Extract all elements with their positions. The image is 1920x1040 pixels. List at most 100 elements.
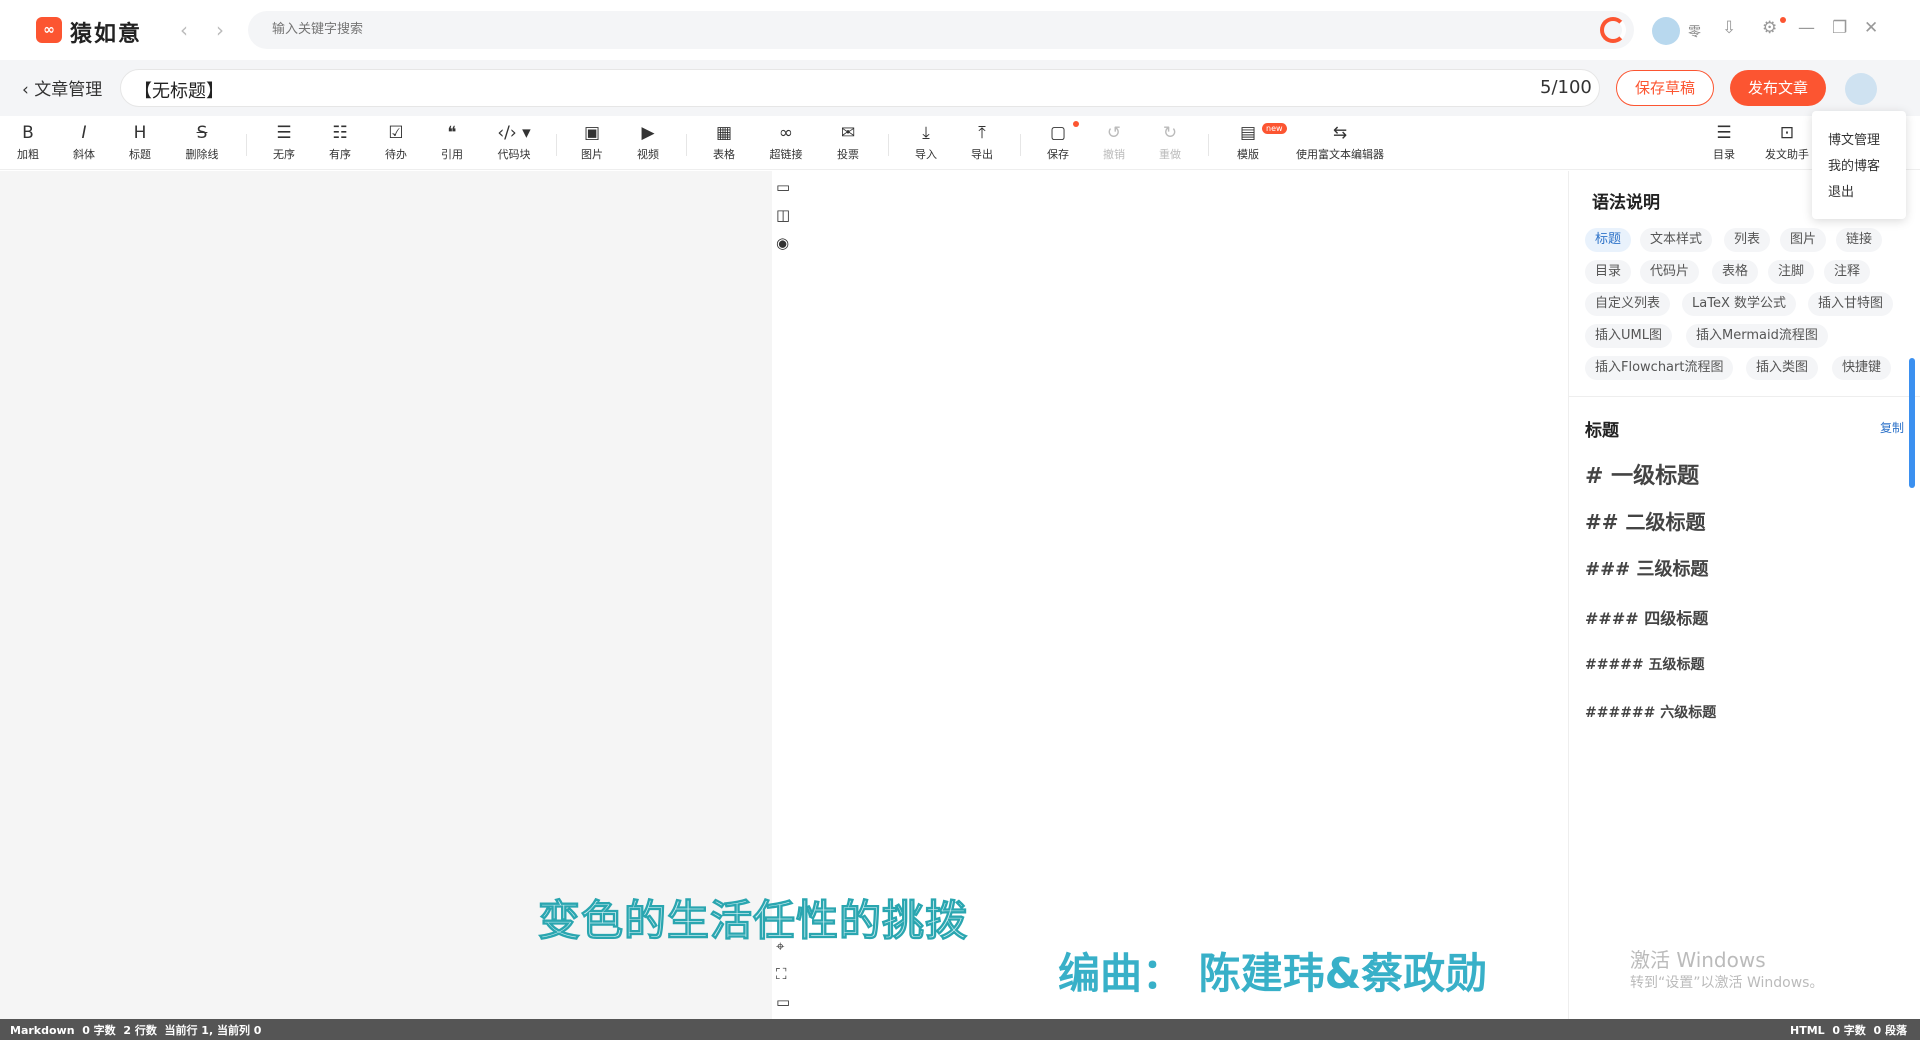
logo-icon: ∞ (36, 17, 62, 43)
title-input[interactable]: 【无标题】 (134, 77, 224, 103)
todo-icon: ☑ (388, 123, 404, 143)
syntax-tag[interactable]: LaTeX 数学公式 (1682, 292, 1796, 316)
toolbar-label: 重做 (1159, 148, 1181, 161)
back-arrow-icon[interactable]: ‹ (180, 18, 188, 42)
user-avatar[interactable] (1652, 17, 1680, 45)
layout-icon[interactable]: ▭ (776, 993, 790, 1011)
heading-example: ###### 六级标题 (1585, 705, 1717, 721)
subtitle-credit: 编曲： 陈建玮&蔡政勋 (1058, 949, 1488, 998)
syntax-tag[interactable]: 表格 (1712, 260, 1759, 284)
toolbar-divider (686, 134, 687, 156)
writing-assistant-button[interactable]: ⊡ 发文助手 (1760, 122, 1814, 162)
code-block-button[interactable]: ‹/› ▾ 代码块 (490, 122, 538, 162)
syntax-tag[interactable]: 目录 (1585, 260, 1632, 284)
toolbar-label: 斜体 (73, 148, 95, 161)
heading-example: ##### 五级标题 (1585, 657, 1705, 673)
video-button[interactable]: ▶ 视频 (630, 122, 666, 162)
syntax-tag[interactable]: 插入Mermaid流程图 (1686, 324, 1828, 348)
publish-button[interactable]: 发布文章 (1730, 70, 1826, 106)
quote-icon: ❝ (447, 123, 457, 143)
copy-link[interactable]: 复制 (1880, 419, 1904, 436)
hyperlink-button[interactable]: ∞ 超链接 (762, 122, 810, 162)
assistant-icon: ⊡ (1779, 123, 1795, 143)
title-char-count: 5/100 (1540, 77, 1592, 98)
syntax-tag[interactable]: 标题 (1585, 228, 1632, 252)
syntax-tag[interactable]: 注脚 (1768, 260, 1815, 284)
table-button[interactable]: ▦ 表格 (706, 122, 742, 162)
bold-button[interactable]: B 加粗 (10, 122, 46, 162)
preview-icon[interactable]: ◉ (776, 234, 789, 252)
syntax-tag[interactable]: 文本样式 (1640, 228, 1713, 252)
editor-only-icon[interactable]: ▭ (776, 178, 790, 196)
toolbar-label: 导出 (971, 148, 993, 161)
toc-button[interactable]: ☰ 目录 (1706, 122, 1742, 162)
export-button[interactable]: ⤒ 导出 (964, 122, 1000, 162)
fullscreen-icon[interactable]: ⛶ (776, 965, 787, 983)
toolbar-label: 代码块 (497, 148, 531, 161)
italic-button[interactable]: I 斜体 (66, 122, 102, 162)
syntax-tag[interactable]: 插入UML图 (1585, 324, 1672, 348)
restore-icon[interactable]: ❐ (1832, 18, 1847, 38)
syntax-tag[interactable]: 注释 (1824, 260, 1871, 284)
toolbar-label: 导入 (915, 148, 937, 161)
menu-item-blog-manage[interactable]: 博文管理 (1828, 129, 1880, 148)
menu-item-my-blog[interactable]: 我的博客 (1828, 155, 1880, 174)
menu-item-logout[interactable]: 退出 (1828, 181, 1854, 200)
minimize-icon[interactable]: — (1798, 18, 1815, 38)
redo-icon: ↻ (1162, 123, 1178, 143)
split-view-icon[interactable]: ◫ (776, 206, 790, 224)
app-title: 猿如意 (70, 22, 143, 47)
search-input[interactable] (272, 21, 672, 36)
save-draft-button[interactable]: 保存草稿 (1616, 70, 1714, 106)
quote-button[interactable]: ❝ 引用 (434, 122, 470, 162)
vote-icon: ✉ (840, 123, 856, 143)
rich-text-editor-button[interactable]: ⇆ 使用富文本编辑器 (1290, 122, 1390, 162)
section-title: 标题 (1585, 421, 1619, 441)
ordered-list-button[interactable]: ☷ 有序 (322, 122, 358, 162)
forward-arrow-icon[interactable]: › (216, 18, 224, 42)
user-name[interactable]: 零 (1688, 21, 1701, 40)
syntax-tag[interactable]: 链接 (1836, 228, 1883, 252)
syntax-tag[interactable]: 插入Flowchart流程图 (1585, 356, 1734, 380)
toc-icon: ☰ (1716, 123, 1732, 143)
toolbar-label: 投票 (837, 148, 859, 161)
syntax-tag[interactable]: 图片 (1780, 228, 1827, 252)
undo-button[interactable]: ↺ 撤销 (1096, 122, 1132, 162)
download-icon[interactable]: ⇩ (1722, 18, 1736, 38)
unordered-list-icon: ☰ (276, 123, 292, 143)
unordered-list-button[interactable]: ☰ 无序 (266, 122, 302, 162)
close-icon[interactable]: ✕ (1864, 18, 1878, 38)
heading-example: # 一级标题 (1585, 464, 1700, 489)
unsaved-dot (1073, 121, 1079, 127)
syntax-tag[interactable]: 列表 (1724, 228, 1771, 252)
scrollbar[interactable] (1909, 358, 1915, 488)
settings-icon[interactable]: ⚙ (1762, 18, 1777, 38)
csdn-logo-icon[interactable] (1600, 17, 1626, 43)
syntax-tag[interactable]: 自定义列表 (1585, 292, 1671, 316)
toolbar-label: 超链接 (769, 148, 803, 161)
syntax-tag[interactable]: 代码片 (1640, 260, 1700, 284)
syntax-tag[interactable]: 插入类图 (1746, 356, 1819, 380)
save-button[interactable]: ▢ 保存 (1040, 122, 1076, 162)
strikethrough-button[interactable]: S 删除线 (178, 122, 226, 162)
image-icon: ▣ (583, 123, 601, 143)
toolbar-label: 视频 (637, 148, 659, 161)
import-button[interactable]: ⤓ 导入 (908, 122, 944, 162)
preview-status: HTML 0 字数 0 段落 (1790, 1024, 1907, 1037)
todo-button[interactable]: ☑ 待办 (378, 122, 414, 162)
table-icon: ▦ (715, 123, 733, 143)
syntax-tag[interactable]: 插入甘特图 (1808, 292, 1894, 316)
article-manage-link[interactable]: ‹ 文章管理 (22, 75, 102, 100)
title-field[interactable] (120, 69, 1600, 107)
notification-dot (1780, 17, 1786, 23)
toolbar-divider (246, 134, 247, 156)
toolbar-label: 保存 (1047, 148, 1069, 161)
heading-button[interactable]: H 标题 (122, 122, 158, 162)
template-button[interactable]: ▤ 模版 (1230, 122, 1266, 162)
redo-button[interactable]: ↻ 重做 (1152, 122, 1188, 162)
vote-button[interactable]: ✉ 投票 (830, 122, 866, 162)
avatar[interactable] (1845, 73, 1877, 105)
toolbar-label: 使用富文本编辑器 (1296, 148, 1384, 161)
syntax-tag[interactable]: 快捷键 (1832, 356, 1892, 380)
image-button[interactable]: ▣ 图片 (574, 122, 610, 162)
